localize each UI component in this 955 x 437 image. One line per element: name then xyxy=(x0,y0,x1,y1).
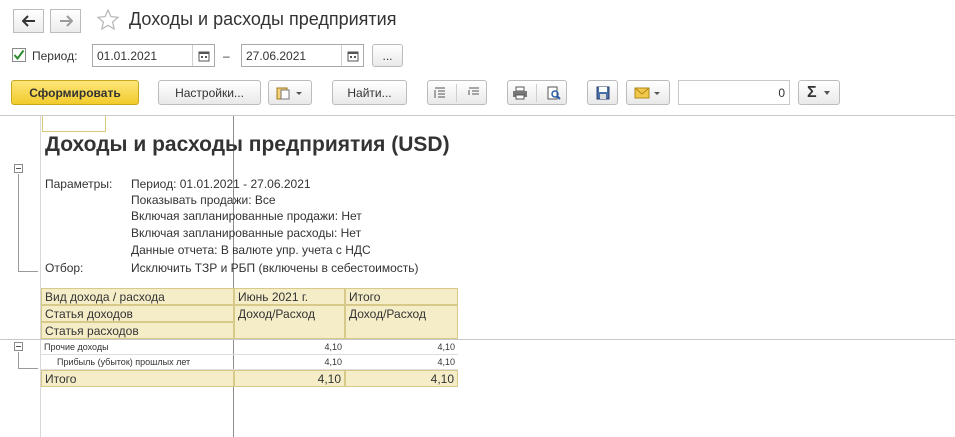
print-preview-icon[interactable] xyxy=(546,86,562,100)
group-bracket xyxy=(18,368,38,369)
print-icon[interactable] xyxy=(512,86,528,100)
header-june: Июнь 2021 г. xyxy=(234,288,345,305)
chevron-down-icon xyxy=(823,90,830,95)
header-total-sub: Доход/Расход xyxy=(345,305,458,339)
param-line: Данные отчета: В валюте упр. учета с НДС xyxy=(131,243,371,257)
header-expense-item: Статья расходов xyxy=(41,322,234,339)
arrow-right-icon xyxy=(59,15,73,27)
header-kind: Вид дохода / расхода xyxy=(41,288,234,305)
period-label: Период: xyxy=(32,49,78,63)
sum-value: 0 xyxy=(778,86,785,100)
arrow-left-icon xyxy=(21,15,35,27)
find-button[interactable]: Найти... xyxy=(332,80,407,105)
param-line: Включая запланированные продажи: Нет xyxy=(131,209,362,223)
grid-line xyxy=(40,116,41,437)
report-top-border xyxy=(0,115,955,116)
period-to-value: 27.06.2021 xyxy=(246,49,307,63)
sum-dropdown-button[interactable]: Σ xyxy=(798,80,840,105)
settings-button[interactable]: Настройки... xyxy=(158,80,261,105)
back-button[interactable] xyxy=(13,9,44,33)
param-line: Период: 01.01.2021 - 27.06.2021 xyxy=(131,177,311,191)
report-title: Доходы и расходы предприятия (USD) xyxy=(45,133,450,156)
group-bracket xyxy=(18,271,38,272)
param-line: Включая запланированные расходы: Нет xyxy=(131,226,362,240)
period-to-field[interactable]: 27.06.2021 xyxy=(241,44,364,67)
report-variants-icon xyxy=(276,87,302,99)
total-row-total: 4,10 xyxy=(345,370,458,387)
sigma-icon: Σ xyxy=(807,83,817,101)
table-row-june: 4,10 xyxy=(234,340,345,355)
floppy-disk-icon xyxy=(596,86,609,99)
total-row-label: Итого xyxy=(41,370,234,387)
collapse-group-icon[interactable] xyxy=(14,342,23,351)
send-email-button[interactable] xyxy=(626,80,670,105)
selected-cell[interactable] xyxy=(42,116,106,132)
favorite-star-icon[interactable] xyxy=(96,8,120,35)
group-buttons xyxy=(427,80,487,105)
group-bracket xyxy=(18,174,19,272)
period-select-button[interactable]: ... xyxy=(372,44,403,67)
table-row-total: 4,10 xyxy=(345,340,458,355)
filter-value: Исключить ТЗР и РБП (включены в себестои… xyxy=(131,261,419,275)
header-june-sub: Доход/Расход xyxy=(234,305,345,339)
variants-dropdown-button[interactable] xyxy=(268,80,312,105)
period-from-value: 01.01.2021 xyxy=(97,49,158,63)
period-checkbox[interactable] xyxy=(12,48,26,62)
total-row-june: 4,10 xyxy=(234,370,345,387)
table-row-name: Прочие доходы xyxy=(41,340,234,355)
window-title: Доходы и расходы предприятия xyxy=(129,9,397,29)
period-dash: – xyxy=(223,49,230,63)
collapse-group-icon[interactable] xyxy=(14,164,23,173)
generate-button[interactable]: Сформировать xyxy=(11,80,139,105)
sum-field[interactable]: 0 xyxy=(678,80,790,105)
freeze-column-line xyxy=(233,116,234,437)
period-from-field[interactable]: 01.01.2021 xyxy=(92,44,215,67)
params-label: Параметры: xyxy=(45,177,113,191)
param-line: Показывать продажи: Все xyxy=(131,193,276,207)
group-bracket xyxy=(18,352,19,369)
forward-button[interactable] xyxy=(50,9,81,33)
filter-label: Отбор: xyxy=(45,261,84,275)
table-row-total: 4,10 xyxy=(345,355,458,370)
envelope-icon xyxy=(634,87,660,98)
save-button[interactable] xyxy=(587,80,618,105)
header-total: Итого xyxy=(345,288,458,305)
table-row-name: Прибыль (убыток) прошлых лет xyxy=(41,355,234,370)
calendar-icon[interactable] xyxy=(341,45,363,66)
calendar-icon[interactable] xyxy=(192,45,214,66)
expand-groups-icon[interactable] xyxy=(433,86,447,100)
table-row-june: 4,10 xyxy=(234,355,345,370)
checkmark-icon xyxy=(13,49,25,61)
collapse-groups-icon[interactable] xyxy=(467,86,481,100)
print-buttons xyxy=(507,80,567,105)
header-income-item: Статья доходов xyxy=(41,305,234,322)
